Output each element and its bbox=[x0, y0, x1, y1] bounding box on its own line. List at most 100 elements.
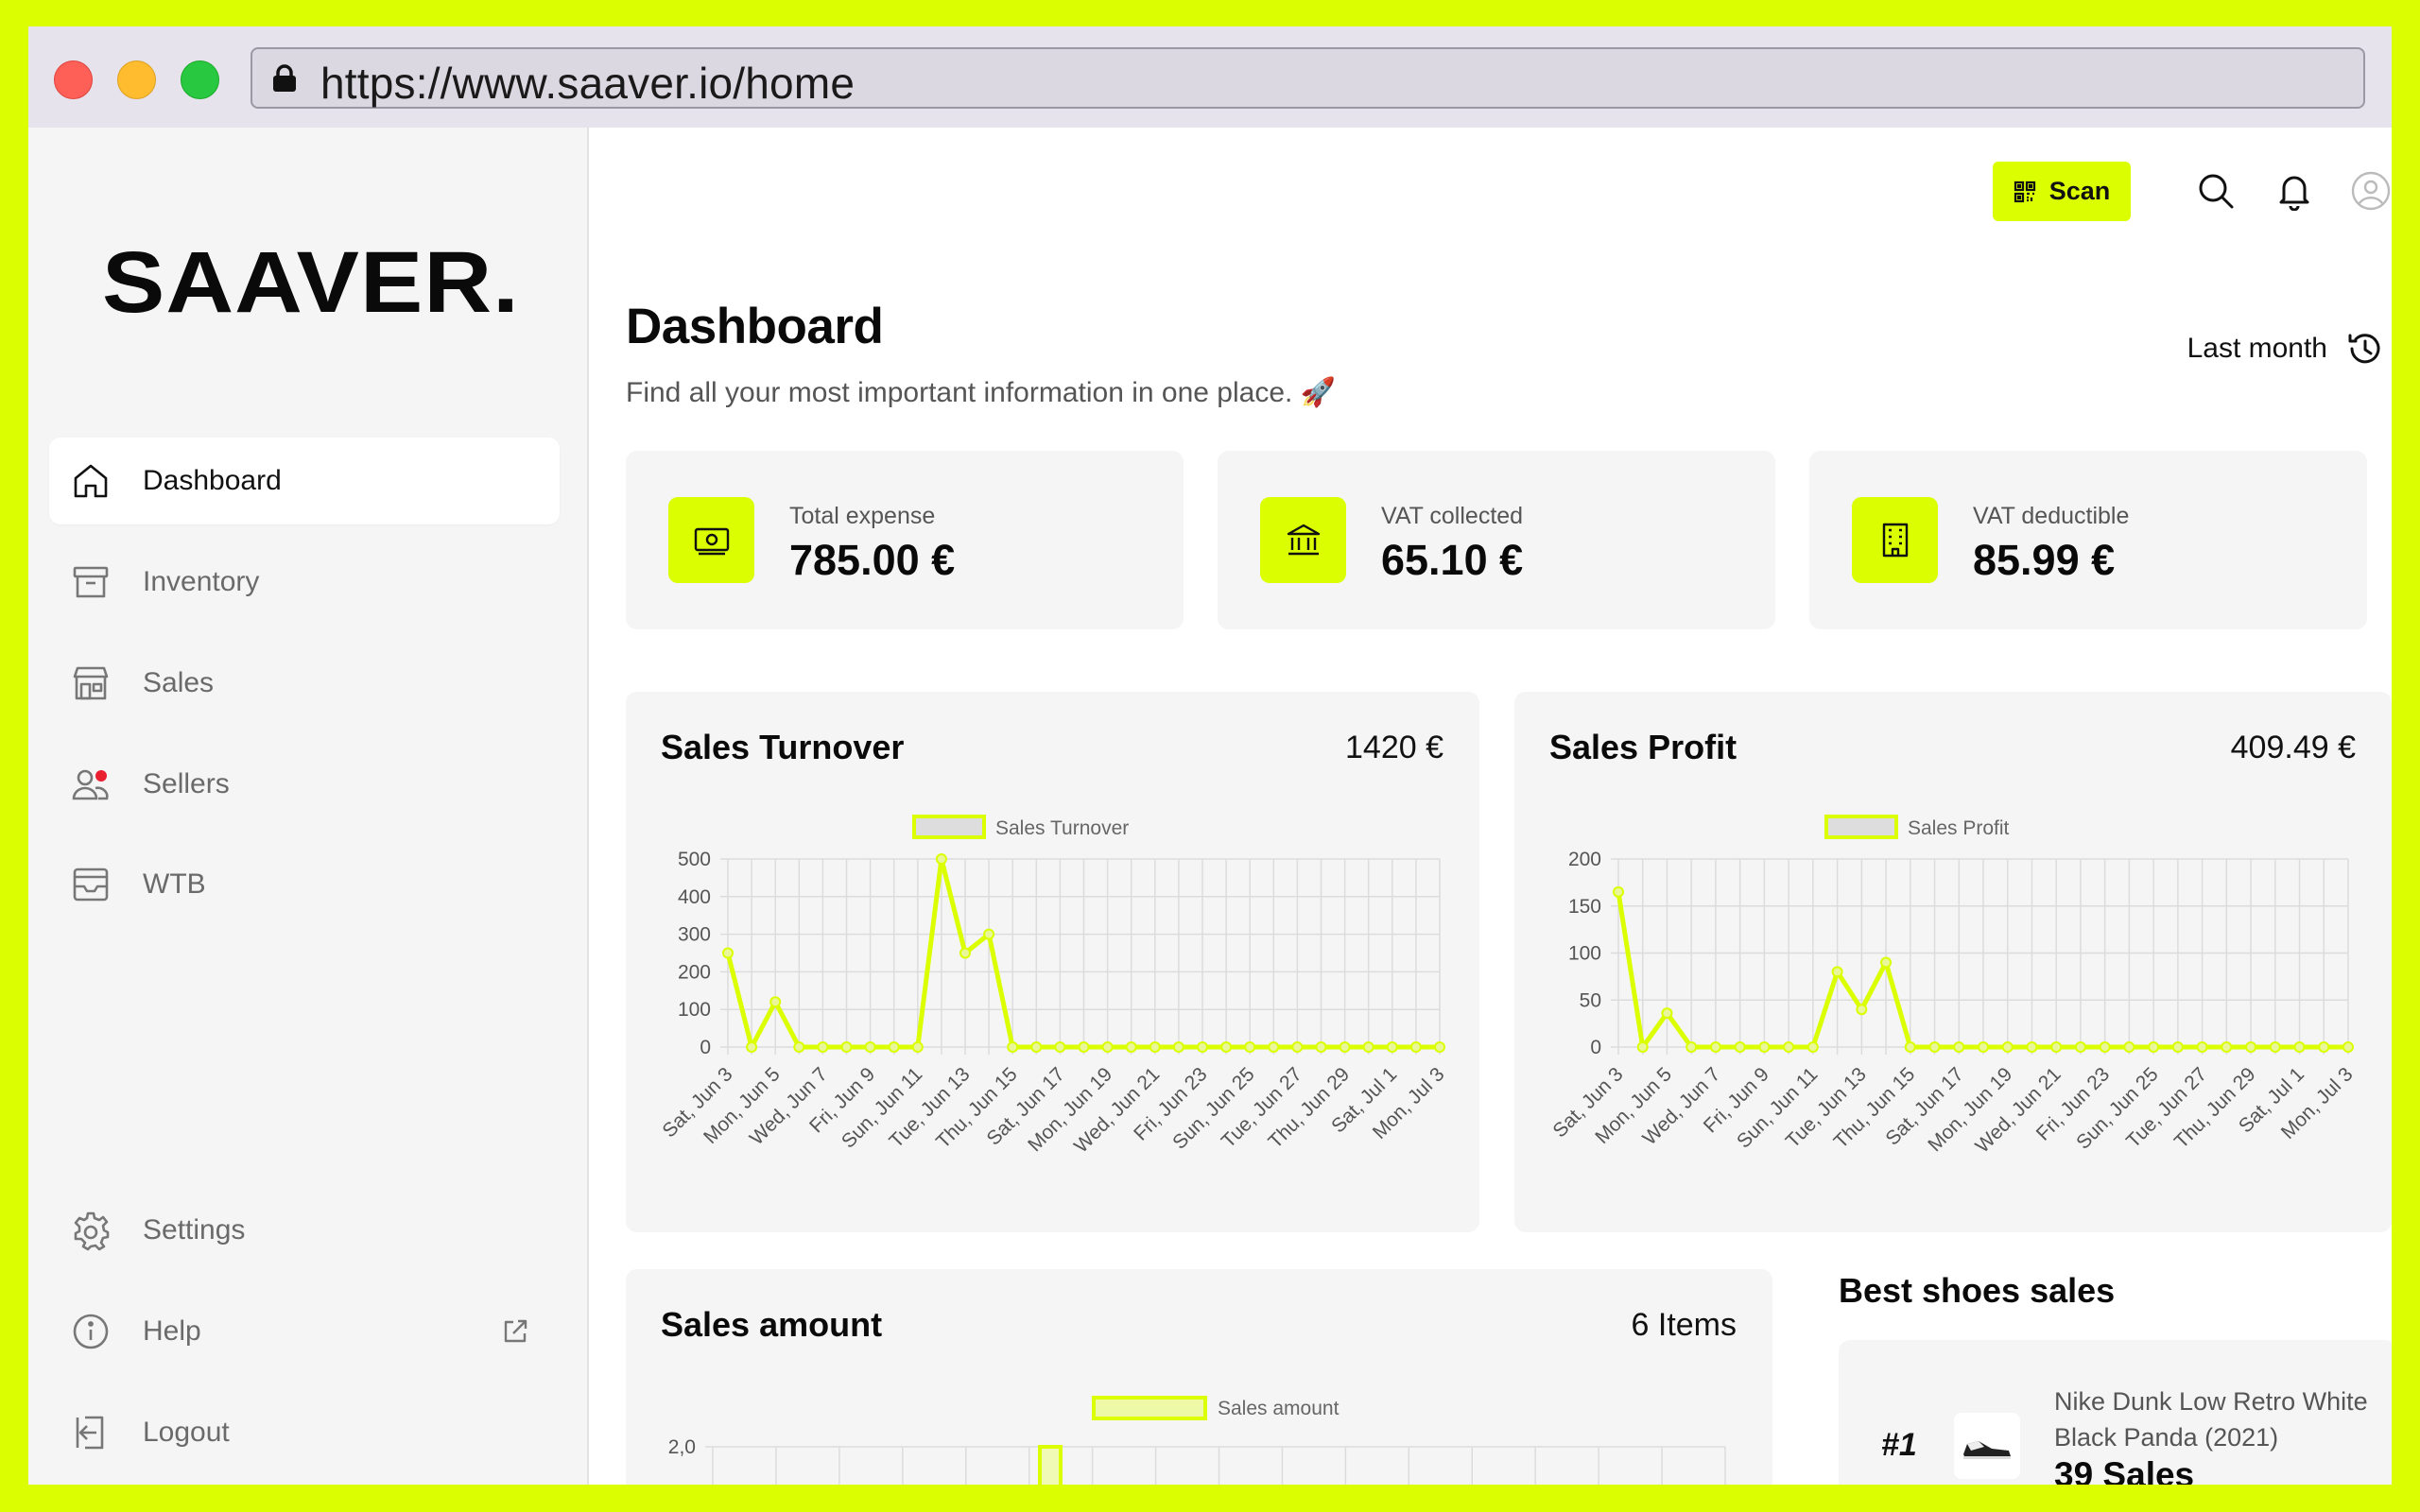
data-point bbox=[2196, 1041, 2208, 1053]
sidebar-item-label: WTB bbox=[143, 868, 206, 900]
data-point bbox=[1831, 966, 1843, 978]
data-point bbox=[1101, 1041, 1114, 1053]
data-point bbox=[1197, 1041, 1208, 1053]
stat-icon-badge bbox=[1852, 497, 1938, 583]
data-point bbox=[1339, 1041, 1351, 1053]
sidebar-item-label: Dashboard bbox=[143, 465, 282, 496]
scan-button[interactable]: Scan bbox=[1993, 162, 2131, 221]
data-point bbox=[817, 1041, 829, 1053]
y-tick-label: 100 bbox=[678, 999, 711, 1021]
data-point bbox=[2001, 1041, 2014, 1053]
close-window-button[interactable] bbox=[54, 60, 93, 99]
sidebar-item-sellers[interactable]: Sellers bbox=[49, 741, 560, 828]
sales-turnover-card: Sales Turnover 1420 € Sales Turnover 0 100… bbox=[626, 692, 1479, 1232]
user-avatar-icon[interactable] bbox=[2351, 171, 2391, 211]
data-point bbox=[935, 853, 947, 865]
data-point bbox=[1409, 1041, 1422, 1053]
data-point bbox=[2318, 1041, 2330, 1053]
legend-label: Sales amount bbox=[1218, 1398, 1340, 1419]
data-point bbox=[888, 1041, 900, 1053]
sidebar-item-inventory[interactable]: Inventory bbox=[49, 539, 560, 626]
data-point bbox=[2342, 1041, 2354, 1053]
y-tick-label: 200 bbox=[1568, 849, 1601, 870]
y-tick-label: 100 bbox=[1568, 943, 1601, 965]
data-point bbox=[959, 947, 971, 959]
data-point bbox=[1978, 1041, 1989, 1053]
stat-value: 785.00 € bbox=[789, 536, 956, 584]
sidebar-item-help[interactable]: Help bbox=[49, 1288, 560, 1375]
period-selector[interactable]: Last month bbox=[2187, 330, 2384, 368]
search-icon[interactable] bbox=[2196, 171, 2236, 211]
qr-code-icon bbox=[2014, 180, 2035, 202]
data-point bbox=[1758, 1041, 1771, 1053]
data-point bbox=[2026, 1041, 2038, 1053]
y-tick-label: 0 bbox=[1590, 1037, 1601, 1058]
stat-value: 65.10 € bbox=[1381, 536, 1524, 584]
sidebar-item-wtb[interactable]: WTB bbox=[49, 841, 560, 928]
shoe-rank: #1 bbox=[1881, 1427, 1917, 1463]
data-point bbox=[1244, 1041, 1256, 1053]
stat-caption: VAT collected bbox=[1381, 503, 1524, 529]
data-point bbox=[1362, 1041, 1374, 1053]
cash-icon bbox=[694, 527, 729, 555]
archive-box-icon bbox=[73, 566, 109, 598]
sales-amount-chart: Sales amount2,01,8 bbox=[668, 1396, 1726, 1485]
users-icon bbox=[72, 769, 109, 800]
building-icon bbox=[1882, 523, 1908, 557]
y-tick-label: 50 bbox=[1580, 989, 1601, 1011]
data-point bbox=[1220, 1041, 1233, 1053]
data-point bbox=[1636, 1041, 1649, 1053]
sidebar-item-logout[interactable]: Logout bbox=[49, 1389, 560, 1476]
sidebar-item-settings[interactable]: Settings bbox=[49, 1187, 560, 1274]
data-point bbox=[1172, 1041, 1184, 1053]
data-point bbox=[1953, 1041, 1965, 1053]
bell-icon[interactable] bbox=[2274, 171, 2314, 211]
sales-amount-card: Sales amount 6 Items Sales amount 2,0 1,8 bbox=[626, 1269, 1772, 1485]
data-point bbox=[1709, 1041, 1721, 1053]
main-content: Scan Dashboard Find all your most import… bbox=[591, 128, 2392, 1485]
best-shoe-item[interactable]: #1 Nike Dunk Low Retro White Black Panda… bbox=[1839, 1340, 2392, 1485]
data-point bbox=[1880, 956, 1893, 969]
data-point bbox=[1386, 1041, 1398, 1053]
data-point bbox=[1149, 1041, 1161, 1053]
data-point bbox=[1856, 1004, 1868, 1016]
minimize-window-button[interactable] bbox=[117, 60, 156, 99]
bank-icon bbox=[1287, 524, 1320, 555]
stat-card-vat-collected: VAT collected 65.10 € bbox=[1218, 451, 1775, 629]
gear-icon bbox=[74, 1211, 110, 1251]
lock-icon bbox=[273, 64, 296, 92]
brand-logo[interactable]: SAAVER. bbox=[102, 233, 520, 333]
data-point bbox=[1661, 1007, 1673, 1020]
maximize-window-button[interactable] bbox=[181, 60, 219, 99]
data-point bbox=[911, 1041, 924, 1053]
sidebar: SAAVER. Dashboard Inventory Sales Seller… bbox=[28, 128, 589, 1485]
legend-swatch bbox=[1092, 1396, 1207, 1420]
data-point bbox=[1291, 1041, 1304, 1053]
data-point bbox=[2269, 1041, 2281, 1053]
data-point bbox=[2123, 1041, 2135, 1053]
legend-swatch bbox=[912, 815, 986, 839]
sidebar-item-dashboard[interactable]: Dashboard bbox=[49, 438, 560, 524]
sidebar-item-sales[interactable]: Sales bbox=[49, 640, 560, 727]
y-tick-label: 300 bbox=[678, 924, 711, 946]
data-point bbox=[1685, 1041, 1698, 1053]
info-icon bbox=[73, 1314, 109, 1349]
page-title: Dashboard bbox=[626, 299, 884, 354]
bar bbox=[1038, 1445, 1063, 1485]
browser-toolbar: https://www.saaver.io/home bbox=[28, 26, 2392, 128]
storefront-icon bbox=[73, 666, 109, 700]
address-bar[interactable]: https://www.saaver.io/home bbox=[251, 47, 2365, 109]
data-point bbox=[1054, 1041, 1066, 1053]
best-shoes-title: Best shoes sales bbox=[1839, 1271, 2116, 1310]
data-point bbox=[1783, 1041, 1795, 1053]
sales-profit-chart: Sales Profit050100150200Sat, Jun 3Mon, J… bbox=[1548, 815, 2358, 1158]
stat-icon-badge bbox=[1260, 497, 1346, 583]
browser-window: https://www.saaver.io/home SAAVER. Dashb… bbox=[28, 26, 2392, 1485]
data-point bbox=[2293, 1041, 2306, 1053]
data-point bbox=[746, 1041, 758, 1053]
history-icon bbox=[2348, 334, 2380, 364]
sales-turnover-chart: Sales Turnover0100200300400500Sat, Jun 3… bbox=[658, 815, 1449, 1158]
data-point bbox=[1904, 1041, 1916, 1053]
stat-icon-badge bbox=[668, 497, 754, 583]
stat-value: 85.99 € bbox=[1973, 536, 2116, 584]
